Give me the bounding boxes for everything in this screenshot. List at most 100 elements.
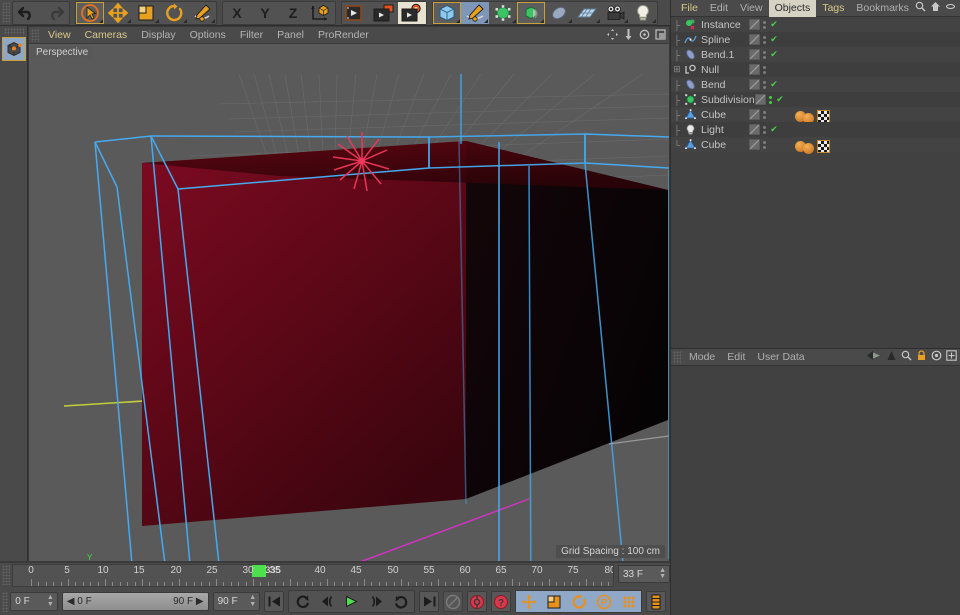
cube-primitive-icon[interactable] xyxy=(433,1,461,24)
timeline-layer-button[interactable] xyxy=(646,591,667,612)
scene-object-icon[interactable] xyxy=(545,2,573,24)
object-axis-mode-icon[interactable] xyxy=(1,37,26,61)
render-region-icon[interactable] xyxy=(370,2,398,24)
timeline-ruler[interactable]: 335 0 5 10 15 20 25 30 35 40 45 50 55 60… xyxy=(12,564,614,587)
search-icon[interactable] xyxy=(915,1,926,15)
pla-key-button[interactable] xyxy=(616,591,642,612)
lock-icon[interactable] xyxy=(916,350,927,364)
visibility-dots[interactable] xyxy=(760,35,769,44)
deformer-icon[interactable] xyxy=(517,1,545,24)
object-row-spline[interactable]: ├ Spline ✔ xyxy=(671,32,960,47)
om-menu-view[interactable]: View xyxy=(734,0,769,17)
back-arrow-icon[interactable] xyxy=(866,350,882,364)
spline-pen-icon[interactable] xyxy=(461,1,489,24)
viewport-menu-prorender[interactable]: ProRender xyxy=(311,27,376,44)
am-menu-mode[interactable]: Mode xyxy=(683,349,721,366)
render-view-icon[interactable] xyxy=(342,2,370,24)
object-row-bend-1[interactable]: ├ Bend.1 ✔ xyxy=(671,47,960,62)
move-icon[interactable] xyxy=(104,2,132,24)
next-key-button[interactable] xyxy=(364,591,389,612)
animation-bar-grip[interactable] xyxy=(2,591,9,612)
play-backwards-button[interactable] xyxy=(289,591,314,612)
axis-z-button[interactable]: Z xyxy=(279,2,307,24)
go-to-end-button[interactable] xyxy=(419,591,440,612)
search-icon[interactable] xyxy=(901,350,912,364)
viewport-menu-grip[interactable] xyxy=(31,28,39,42)
current-frame-field[interactable]: 33 F ▲ ▼ xyxy=(618,565,670,583)
visibility-grid-icon[interactable] xyxy=(749,124,760,135)
om-menu-objects[interactable]: Objects xyxy=(768,0,817,17)
object-row-cube-1[interactable]: ├ Cube ✔ xyxy=(671,107,960,124)
visibility-dots[interactable] xyxy=(760,125,769,134)
maximize-view-icon[interactable] xyxy=(655,29,666,43)
loop-button[interactable] xyxy=(389,591,414,612)
spinner-icon[interactable]: ▲ ▼ xyxy=(249,594,256,608)
object-row-instance[interactable]: ├ Instance ✔ xyxy=(671,17,960,32)
am-menu-edit[interactable]: Edit xyxy=(721,349,751,366)
select-icon[interactable] xyxy=(76,1,104,24)
object-row-cube-2[interactable]: └ Cube ✔ xyxy=(671,137,960,154)
visibility-dots[interactable] xyxy=(760,140,769,149)
visibility-grid-icon[interactable] xyxy=(749,139,760,150)
axis-x-button[interactable]: X xyxy=(223,2,251,24)
object-row-bend[interactable]: ├ Bend ✔ xyxy=(671,77,960,92)
enable-check-icon[interactable]: ✔ xyxy=(769,124,779,135)
visibility-grid-icon[interactable] xyxy=(755,94,766,105)
undo-icon[interactable] xyxy=(13,2,41,24)
checker-tag[interactable] xyxy=(817,139,830,153)
viewport-menu-cameras[interactable]: Cameras xyxy=(78,27,135,44)
left-toolbar-grip[interactable] xyxy=(3,28,24,35)
scale-view-icon[interactable] xyxy=(623,29,634,43)
position-key-button[interactable] xyxy=(516,591,542,612)
keyframe-help-button[interactable]: ? xyxy=(491,591,512,612)
viewport-menu-options[interactable]: Options xyxy=(183,27,233,44)
om-menu-file[interactable]: File xyxy=(675,0,704,17)
autokey-button[interactable] xyxy=(443,591,464,612)
redo-icon[interactable] xyxy=(41,2,69,24)
spinner-icon[interactable]: ▲ ▼ xyxy=(659,567,666,581)
start-frame-field[interactable]: 0 F ▲ ▼ xyxy=(10,592,58,611)
play-forward-button[interactable] xyxy=(339,591,364,612)
visibility-dots[interactable] xyxy=(766,95,775,104)
visibility-dots[interactable] xyxy=(760,110,769,119)
om-menu-bookmarks[interactable]: Bookmarks xyxy=(850,0,915,17)
viewport-menu-display[interactable]: Display xyxy=(134,27,182,44)
world-coordinates-icon[interactable] xyxy=(307,2,335,24)
visibility-dots[interactable] xyxy=(760,50,769,59)
rotation-key-button[interactable] xyxy=(566,591,592,612)
parameter-key-button[interactable]: P xyxy=(591,591,617,612)
target-icon[interactable] xyxy=(931,350,942,364)
tree-expand-icon[interactable]: ⊞ xyxy=(671,64,683,75)
rotate-icon[interactable] xyxy=(160,2,188,24)
viewport-menu-filter[interactable]: Filter xyxy=(233,27,270,44)
om-menu-tags[interactable]: Tags xyxy=(816,0,850,17)
frame-range-slider[interactable]: ◀ 0 F 90 F ▶ xyxy=(61,592,209,611)
move-view-icon[interactable] xyxy=(607,29,618,43)
viewport-menu-panel[interactable]: Panel xyxy=(270,27,311,44)
viewport[interactable]: Y Z X View Cameras Display Options Filte… xyxy=(29,27,669,561)
material-tag[interactable] xyxy=(803,143,814,154)
visibility-grid-icon[interactable] xyxy=(749,109,760,120)
visibility-dots[interactable] xyxy=(760,80,769,89)
timeline-playhead[interactable]: 335 xyxy=(252,565,281,577)
enable-check-icon[interactable]: ✔ xyxy=(769,49,779,60)
object-row-subdivision[interactable]: ├ Subdivision ✔ xyxy=(671,92,960,107)
go-to-start-button[interactable] xyxy=(264,591,285,612)
visibility-grid-icon[interactable] xyxy=(749,64,760,75)
visibility-grid-icon[interactable] xyxy=(749,79,760,90)
object-row-null[interactable]: ⊞ Null ✔ xyxy=(671,62,960,77)
om-menu-edit[interactable]: Edit xyxy=(704,0,734,17)
timeline-grip[interactable] xyxy=(2,565,10,585)
object-row-light[interactable]: ├ Light ✔ xyxy=(671,122,960,137)
scale-key-button[interactable] xyxy=(541,591,567,612)
visibility-grid-icon[interactable] xyxy=(749,19,760,30)
toolbar-grip[interactable] xyxy=(2,1,10,24)
enable-check-icon[interactable]: ✔ xyxy=(769,34,779,45)
maximize-icon[interactable] xyxy=(946,350,957,364)
attribute-manager-grip[interactable] xyxy=(673,350,681,364)
generator-icon[interactable] xyxy=(489,2,517,24)
minimize-icon[interactable] xyxy=(945,1,956,15)
object-tree[interactable]: ├ Instance ✔ ├ Spline ✔ ├ Bend.1 ✔ ⊞ Nul… xyxy=(671,17,960,154)
previous-key-button[interactable] xyxy=(314,591,339,612)
pen-icon[interactable] xyxy=(188,2,216,24)
